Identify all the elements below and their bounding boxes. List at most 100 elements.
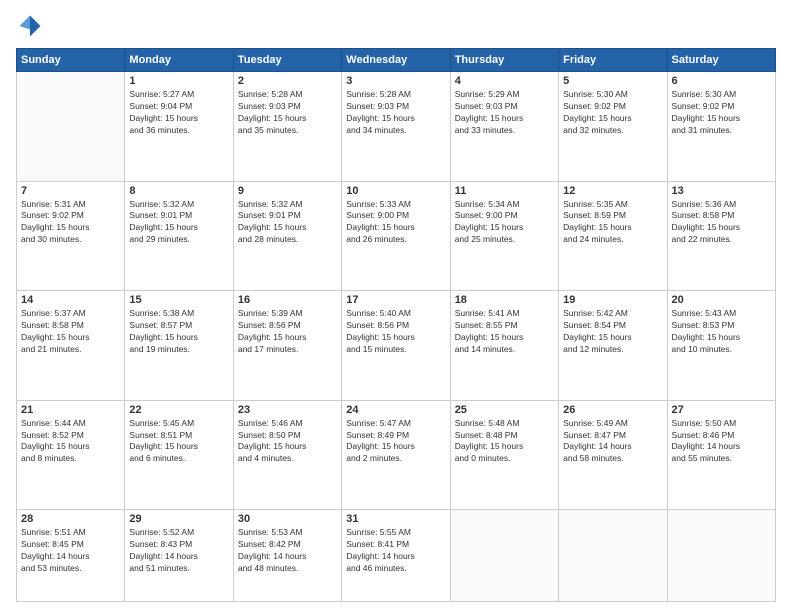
day-number: 9 xyxy=(238,185,337,197)
day-info: Sunrise: 5:38 AMSunset: 8:57 PMDaylight:… xyxy=(129,308,228,356)
weekday-header-sunday: Sunday xyxy=(17,49,125,72)
day-info: Sunrise: 5:30 AMSunset: 9:02 PMDaylight:… xyxy=(672,89,771,137)
calendar-cell: 4 Sunrise: 5:29 AMSunset: 9:03 PMDaylight… xyxy=(450,72,558,182)
calendar-cell: 10 Sunrise: 5:33 AMSunset: 9:00 PMDayligh… xyxy=(342,181,450,291)
day-number: 28 xyxy=(21,513,120,525)
day-number: 17 xyxy=(346,294,445,306)
calendar-cell: 11 Sunrise: 5:34 AMSunset: 9:00 PMDayligh… xyxy=(450,181,558,291)
day-number: 31 xyxy=(346,513,445,525)
week-row-2: 7Sunrise: 5:31 AMSunset: 9:02 PMDaylight… xyxy=(17,181,776,291)
day-number: 10 xyxy=(346,185,445,197)
calendar-cell: 24Sunrise: 5:47 AMSunset: 8:49 PMDayligh… xyxy=(342,400,450,510)
calendar-cell: 27 Sunrise: 5:50 AMSunset: 8:46 PMDayligh… xyxy=(667,400,775,510)
day-number: 12 xyxy=(563,185,662,197)
day-number: 5 xyxy=(563,75,662,87)
calendar-cell: 5 Sunrise: 5:30 AMSunset: 9:02 PMDaylight… xyxy=(559,72,667,182)
week-row-3: 14 Sunrise: 5:37 AMSunset: 8:58 PMDayligh… xyxy=(17,291,776,401)
day-info: Sunrise: 5:50 AMSunset: 8:46 PMDaylight:… xyxy=(672,418,771,466)
day-info: Sunrise: 5:44 AMSunset: 8:52 PMDaylight:… xyxy=(21,418,120,466)
week-row-4: 21 Sunrise: 5:44 AMSunset: 8:52 PMDayligh… xyxy=(17,400,776,510)
day-number: 14 xyxy=(21,294,120,306)
day-number: 25 xyxy=(455,404,554,416)
calendar-cell: 20Sunrise: 5:43 AMSunset: 8:53 PMDayligh… xyxy=(667,291,775,401)
calendar-cell: 6 Sunrise: 5:30 AMSunset: 9:02 PMDaylight… xyxy=(667,72,775,182)
week-row-5: 28 Sunrise: 5:51 AMSunset: 8:45 PMDayligh… xyxy=(17,510,776,602)
day-info: Sunrise: 5:37 AMSunset: 8:58 PMDaylight:… xyxy=(21,308,120,356)
logo xyxy=(16,12,48,40)
calendar-cell: 30 Sunrise: 5:53 AMSunset: 8:42 PMDayligh… xyxy=(233,510,341,602)
calendar-cell: 7Sunrise: 5:31 AMSunset: 9:02 PMDaylight… xyxy=(17,181,125,291)
day-info: Sunrise: 5:27 AMSunset: 9:04 PMDaylight:… xyxy=(129,89,228,137)
day-info: Sunrise: 5:33 AMSunset: 9:00 PMDaylight:… xyxy=(346,199,445,247)
calendar-table: SundayMondayTuesdayWednesdayThursdayFrid… xyxy=(16,48,776,602)
day-number: 23 xyxy=(238,404,337,416)
day-number: 24 xyxy=(346,404,445,416)
calendar-cell xyxy=(667,510,775,602)
calendar-cell: 14 Sunrise: 5:37 AMSunset: 8:58 PMDayligh… xyxy=(17,291,125,401)
day-info: Sunrise: 5:55 AMSunset: 8:41 PMDaylight:… xyxy=(346,527,445,575)
day-info: Sunrise: 5:30 AMSunset: 9:02 PMDaylight:… xyxy=(563,89,662,137)
calendar-cell: 12 Sunrise: 5:35 AMSunset: 8:59 PMDayligh… xyxy=(559,181,667,291)
day-number: 1 xyxy=(129,75,228,87)
weekday-header-saturday: Saturday xyxy=(667,49,775,72)
day-info: Sunrise: 5:34 AMSunset: 9:00 PMDaylight:… xyxy=(455,199,554,247)
day-number: 29 xyxy=(129,513,228,525)
day-info: Sunrise: 5:49 AMSunset: 8:47 PMDaylight:… xyxy=(563,418,662,466)
day-info: Sunrise: 5:52 AMSunset: 8:43 PMDaylight:… xyxy=(129,527,228,575)
day-info: Sunrise: 5:46 AMSunset: 8:50 PMDaylight:… xyxy=(238,418,337,466)
day-number: 4 xyxy=(455,75,554,87)
calendar-cell: 18Sunrise: 5:41 AMSunset: 8:55 PMDayligh… xyxy=(450,291,558,401)
header xyxy=(16,12,776,40)
calendar-cell xyxy=(450,510,558,602)
calendar-cell xyxy=(559,510,667,602)
weekday-header-thursday: Thursday xyxy=(450,49,558,72)
calendar-cell: 31 Sunrise: 5:55 AMSunset: 8:41 PMDayligh… xyxy=(342,510,450,602)
day-info: Sunrise: 5:40 AMSunset: 8:56 PMDaylight:… xyxy=(346,308,445,356)
calendar-cell: 13Sunrise: 5:36 AMSunset: 8:58 PMDayligh… xyxy=(667,181,775,291)
day-info: Sunrise: 5:42 AMSunset: 8:54 PMDaylight:… xyxy=(563,308,662,356)
day-info: Sunrise: 5:35 AMSunset: 8:59 PMDaylight:… xyxy=(563,199,662,247)
day-info: Sunrise: 5:32 AMSunset: 9:01 PMDaylight:… xyxy=(129,199,228,247)
calendar-cell: 28 Sunrise: 5:51 AMSunset: 8:45 PMDayligh… xyxy=(17,510,125,602)
day-info: Sunrise: 5:53 AMSunset: 8:42 PMDaylight:… xyxy=(238,527,337,575)
calendar-cell: 9 Sunrise: 5:32 AMSunset: 9:01 PMDaylight… xyxy=(233,181,341,291)
calendar-cell: 25 Sunrise: 5:48 AMSunset: 8:48 PMDayligh… xyxy=(450,400,558,510)
day-number: 3 xyxy=(346,75,445,87)
day-number: 13 xyxy=(672,185,771,197)
day-number: 26 xyxy=(563,404,662,416)
day-info: Sunrise: 5:32 AMSunset: 9:01 PMDaylight:… xyxy=(238,199,337,247)
day-info: Sunrise: 5:39 AMSunset: 8:56 PMDaylight:… xyxy=(238,308,337,356)
calendar-cell: 1 Sunrise: 5:27 AMSunset: 9:04 PMDaylight… xyxy=(125,72,233,182)
day-number: 15 xyxy=(129,294,228,306)
day-number: 27 xyxy=(672,404,771,416)
week-row-1: 1 Sunrise: 5:27 AMSunset: 9:04 PMDaylight… xyxy=(17,72,776,182)
calendar-cell: 2Sunrise: 5:28 AMSunset: 9:03 PMDaylight… xyxy=(233,72,341,182)
day-number: 11 xyxy=(455,185,554,197)
weekday-header-friday: Friday xyxy=(559,49,667,72)
day-info: Sunrise: 5:45 AMSunset: 8:51 PMDaylight:… xyxy=(129,418,228,466)
calendar-cell: 17 Sunrise: 5:40 AMSunset: 8:56 PMDayligh… xyxy=(342,291,450,401)
day-number: 22 xyxy=(129,404,228,416)
weekday-header-row: SundayMondayTuesdayWednesdayThursdayFrid… xyxy=(17,49,776,72)
calendar-cell: 3Sunrise: 5:28 AMSunset: 9:03 PMDaylight… xyxy=(342,72,450,182)
day-info: Sunrise: 5:51 AMSunset: 8:45 PMDaylight:… xyxy=(21,527,120,575)
calendar-cell: 15 Sunrise: 5:38 AMSunset: 8:57 PMDayligh… xyxy=(125,291,233,401)
calendar-cell: 23 Sunrise: 5:46 AMSunset: 8:50 PMDayligh… xyxy=(233,400,341,510)
calendar-cell: 8 Sunrise: 5:32 AMSunset: 9:01 PMDaylight… xyxy=(125,181,233,291)
day-info: Sunrise: 5:43 AMSunset: 8:53 PMDaylight:… xyxy=(672,308,771,356)
day-number: 19 xyxy=(563,294,662,306)
weekday-header-tuesday: Tuesday xyxy=(233,49,341,72)
day-number: 30 xyxy=(238,513,337,525)
day-info: Sunrise: 5:29 AMSunset: 9:03 PMDaylight:… xyxy=(455,89,554,137)
weekday-header-monday: Monday xyxy=(125,49,233,72)
calendar-cell: 29 Sunrise: 5:52 AMSunset: 8:43 PMDayligh… xyxy=(125,510,233,602)
logo-icon xyxy=(16,12,44,40)
day-number: 21 xyxy=(21,404,120,416)
day-number: 6 xyxy=(672,75,771,87)
calendar-cell: 16Sunrise: 5:39 AMSunset: 8:56 PMDayligh… xyxy=(233,291,341,401)
day-number: 8 xyxy=(129,185,228,197)
day-info: Sunrise: 5:48 AMSunset: 8:48 PMDaylight:… xyxy=(455,418,554,466)
day-info: Sunrise: 5:31 AMSunset: 9:02 PMDaylight:… xyxy=(21,199,120,247)
calendar-cell: 19 Sunrise: 5:42 AMSunset: 8:54 PMDayligh… xyxy=(559,291,667,401)
calendar-cell xyxy=(17,72,125,182)
